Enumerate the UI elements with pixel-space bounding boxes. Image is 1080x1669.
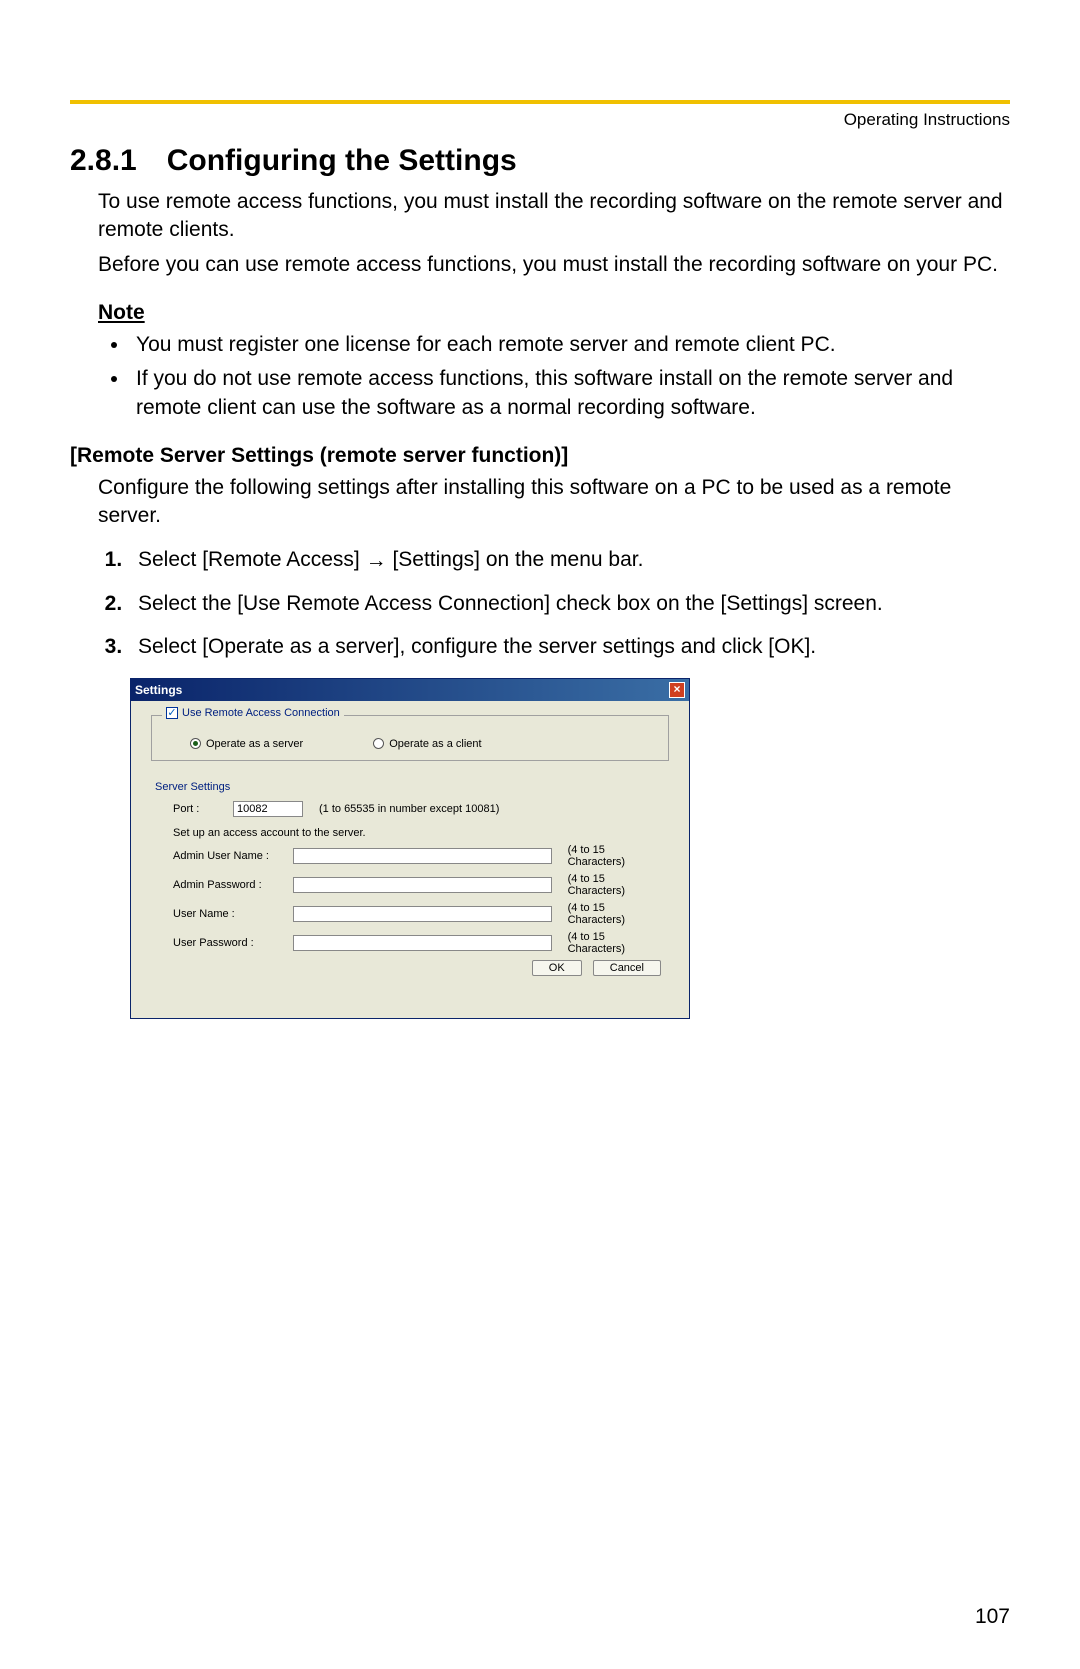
port-label: Port :	[173, 803, 223, 815]
arrow-icon: →	[366, 546, 387, 575]
user-pass-input[interactable]	[293, 935, 552, 951]
operate-as-client-radio[interactable]: Operate as a client	[373, 738, 481, 750]
checkbox-icon: ✓	[166, 707, 178, 719]
step-1-text-a: Select [Remote Access]	[138, 548, 366, 571]
dialog-title: Settings	[135, 683, 182, 697]
ok-button[interactable]: OK	[532, 960, 582, 976]
admin-pass-label: Admin Password :	[173, 879, 283, 891]
section-heading: 2.8.1 Configuring the Settings	[70, 144, 1010, 178]
user-name-input[interactable]	[293, 906, 552, 922]
step-3: Select [Operate as a server], configure …	[128, 632, 1010, 661]
cancel-button[interactable]: Cancel	[593, 960, 661, 976]
user-name-label: User Name :	[173, 908, 283, 920]
settings-dialog: Settings × ✓ Use Remote Access Connectio…	[130, 678, 690, 1019]
char-hint: (4 to 15 Characters)	[568, 873, 665, 897]
admin-pass-input[interactable]	[293, 877, 552, 893]
radio-icon	[190, 738, 201, 749]
port-input[interactable]	[233, 801, 303, 817]
step-1-text-b: [Settings] on the menu bar.	[387, 548, 644, 571]
char-hint: (4 to 15 Characters)	[568, 902, 665, 926]
server-settings-label: Server Settings	[155, 781, 665, 793]
operate-client-label: Operate as a client	[389, 738, 481, 750]
dialog-titlebar: Settings ×	[131, 679, 689, 701]
close-icon[interactable]: ×	[669, 682, 685, 698]
section-number: 2.8.1	[70, 144, 137, 178]
page-number: 107	[975, 1605, 1010, 1629]
section-title-text: Configuring the Settings	[167, 144, 517, 177]
admin-user-input[interactable]	[293, 848, 552, 864]
user-pass-label: User Password :	[173, 937, 283, 949]
port-hint: (1 to 65535 in number except 10081)	[319, 803, 499, 815]
admin-user-label: Admin User Name :	[173, 850, 283, 862]
char-hint: (4 to 15 Characters)	[568, 844, 665, 868]
operate-as-server-radio[interactable]: Operate as a server	[190, 738, 303, 750]
remote-server-heading: [Remote Server Settings (remote server f…	[70, 444, 1010, 468]
use-remote-checkbox[interactable]: ✓ Use Remote Access Connection	[166, 707, 340, 719]
step-2: Select the [Use Remote Access Connection…	[128, 589, 1010, 618]
operate-server-label: Operate as a server	[206, 738, 303, 750]
note-item: You must register one license for each r…	[130, 331, 1010, 359]
note-heading: Note	[98, 301, 1010, 325]
use-remote-label: Use Remote Access Connection	[182, 707, 340, 719]
char-hint: (4 to 15 Characters)	[568, 931, 665, 955]
use-remote-group: ✓ Use Remote Access Connection Operate a…	[151, 715, 669, 761]
doc-header-label: Operating Instructions	[70, 110, 1010, 130]
server-settings-group: Server Settings Port : (1 to 65535 in nu…	[151, 777, 669, 990]
intro-paragraph-1: To use remote access functions, you must…	[98, 188, 1010, 245]
intro-paragraph-2: Before you can use remote access functio…	[98, 251, 1010, 279]
radio-icon	[373, 738, 384, 749]
note-item: If you do not use remote access function…	[130, 365, 1010, 422]
step-1: Select [Remote Access] → [Settings] on t…	[128, 545, 1010, 575]
setup-account-text: Set up an access account to the server.	[173, 827, 665, 839]
remote-intro: Configure the following settings after i…	[98, 474, 1010, 531]
